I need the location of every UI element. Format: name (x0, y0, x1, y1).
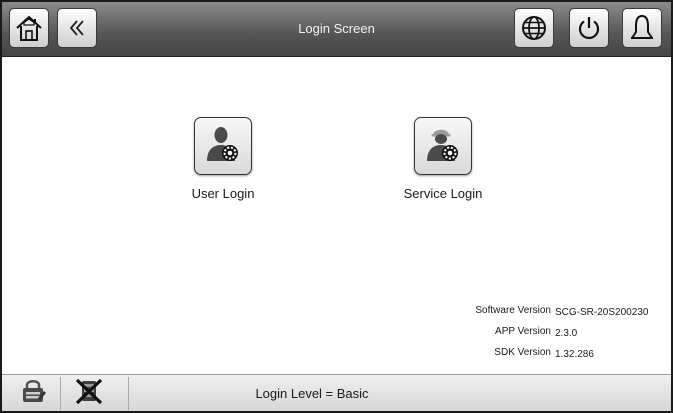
app-version-value: 2.3.0 (555, 328, 578, 339)
service-login-button[interactable] (414, 117, 472, 175)
alarm-button[interactable] (622, 8, 662, 48)
footer-bar: Login Level = Basic (2, 374, 671, 411)
header-bar: Login Screen (2, 2, 671, 57)
service-technician-gear-icon (423, 123, 463, 170)
power-button[interactable] (569, 8, 609, 48)
service-login-tile[interactable]: Service Login (383, 117, 503, 201)
software-version-value: SCG-SR-20S200230 (555, 307, 649, 318)
app-version-label: APP Version (495, 326, 551, 337)
user-login-tile[interactable]: User Login (163, 117, 283, 201)
network-disconnected-icon (74, 376, 104, 411)
globe-icon (520, 14, 548, 42)
login-screen: Login Screen User Login Service Login So… (0, 0, 673, 413)
sdk-version-row: SDK Version 1.32.286 (475, 347, 653, 368)
login-level-status: Login Level = Basic (255, 386, 369, 401)
footer-divider (60, 377, 61, 410)
service-login-label: Service Login (403, 186, 483, 201)
bell-icon (628, 13, 656, 43)
software-version-row: Software Version SCG-SR-20S200230 (475, 305, 653, 326)
software-version-label: Software Version (475, 305, 551, 316)
user-login-label: User Login (191, 186, 255, 201)
padlock-icon (18, 376, 48, 411)
user-login-button[interactable] (194, 117, 252, 175)
connection-status-button[interactable] (68, 375, 110, 411)
app-version-row: APP Version 2.3.0 (475, 326, 653, 347)
footer-divider (128, 377, 129, 410)
user-gear-icon (203, 123, 243, 170)
version-info: Software Version SCG-SR-20S200230 APP Ve… (475, 305, 653, 368)
lock-button[interactable] (12, 375, 54, 411)
language-button[interactable] (514, 8, 554, 48)
sdk-version-value: 1.32.286 (555, 349, 594, 360)
sdk-version-label: SDK Version (494, 347, 551, 358)
power-icon (575, 14, 603, 42)
